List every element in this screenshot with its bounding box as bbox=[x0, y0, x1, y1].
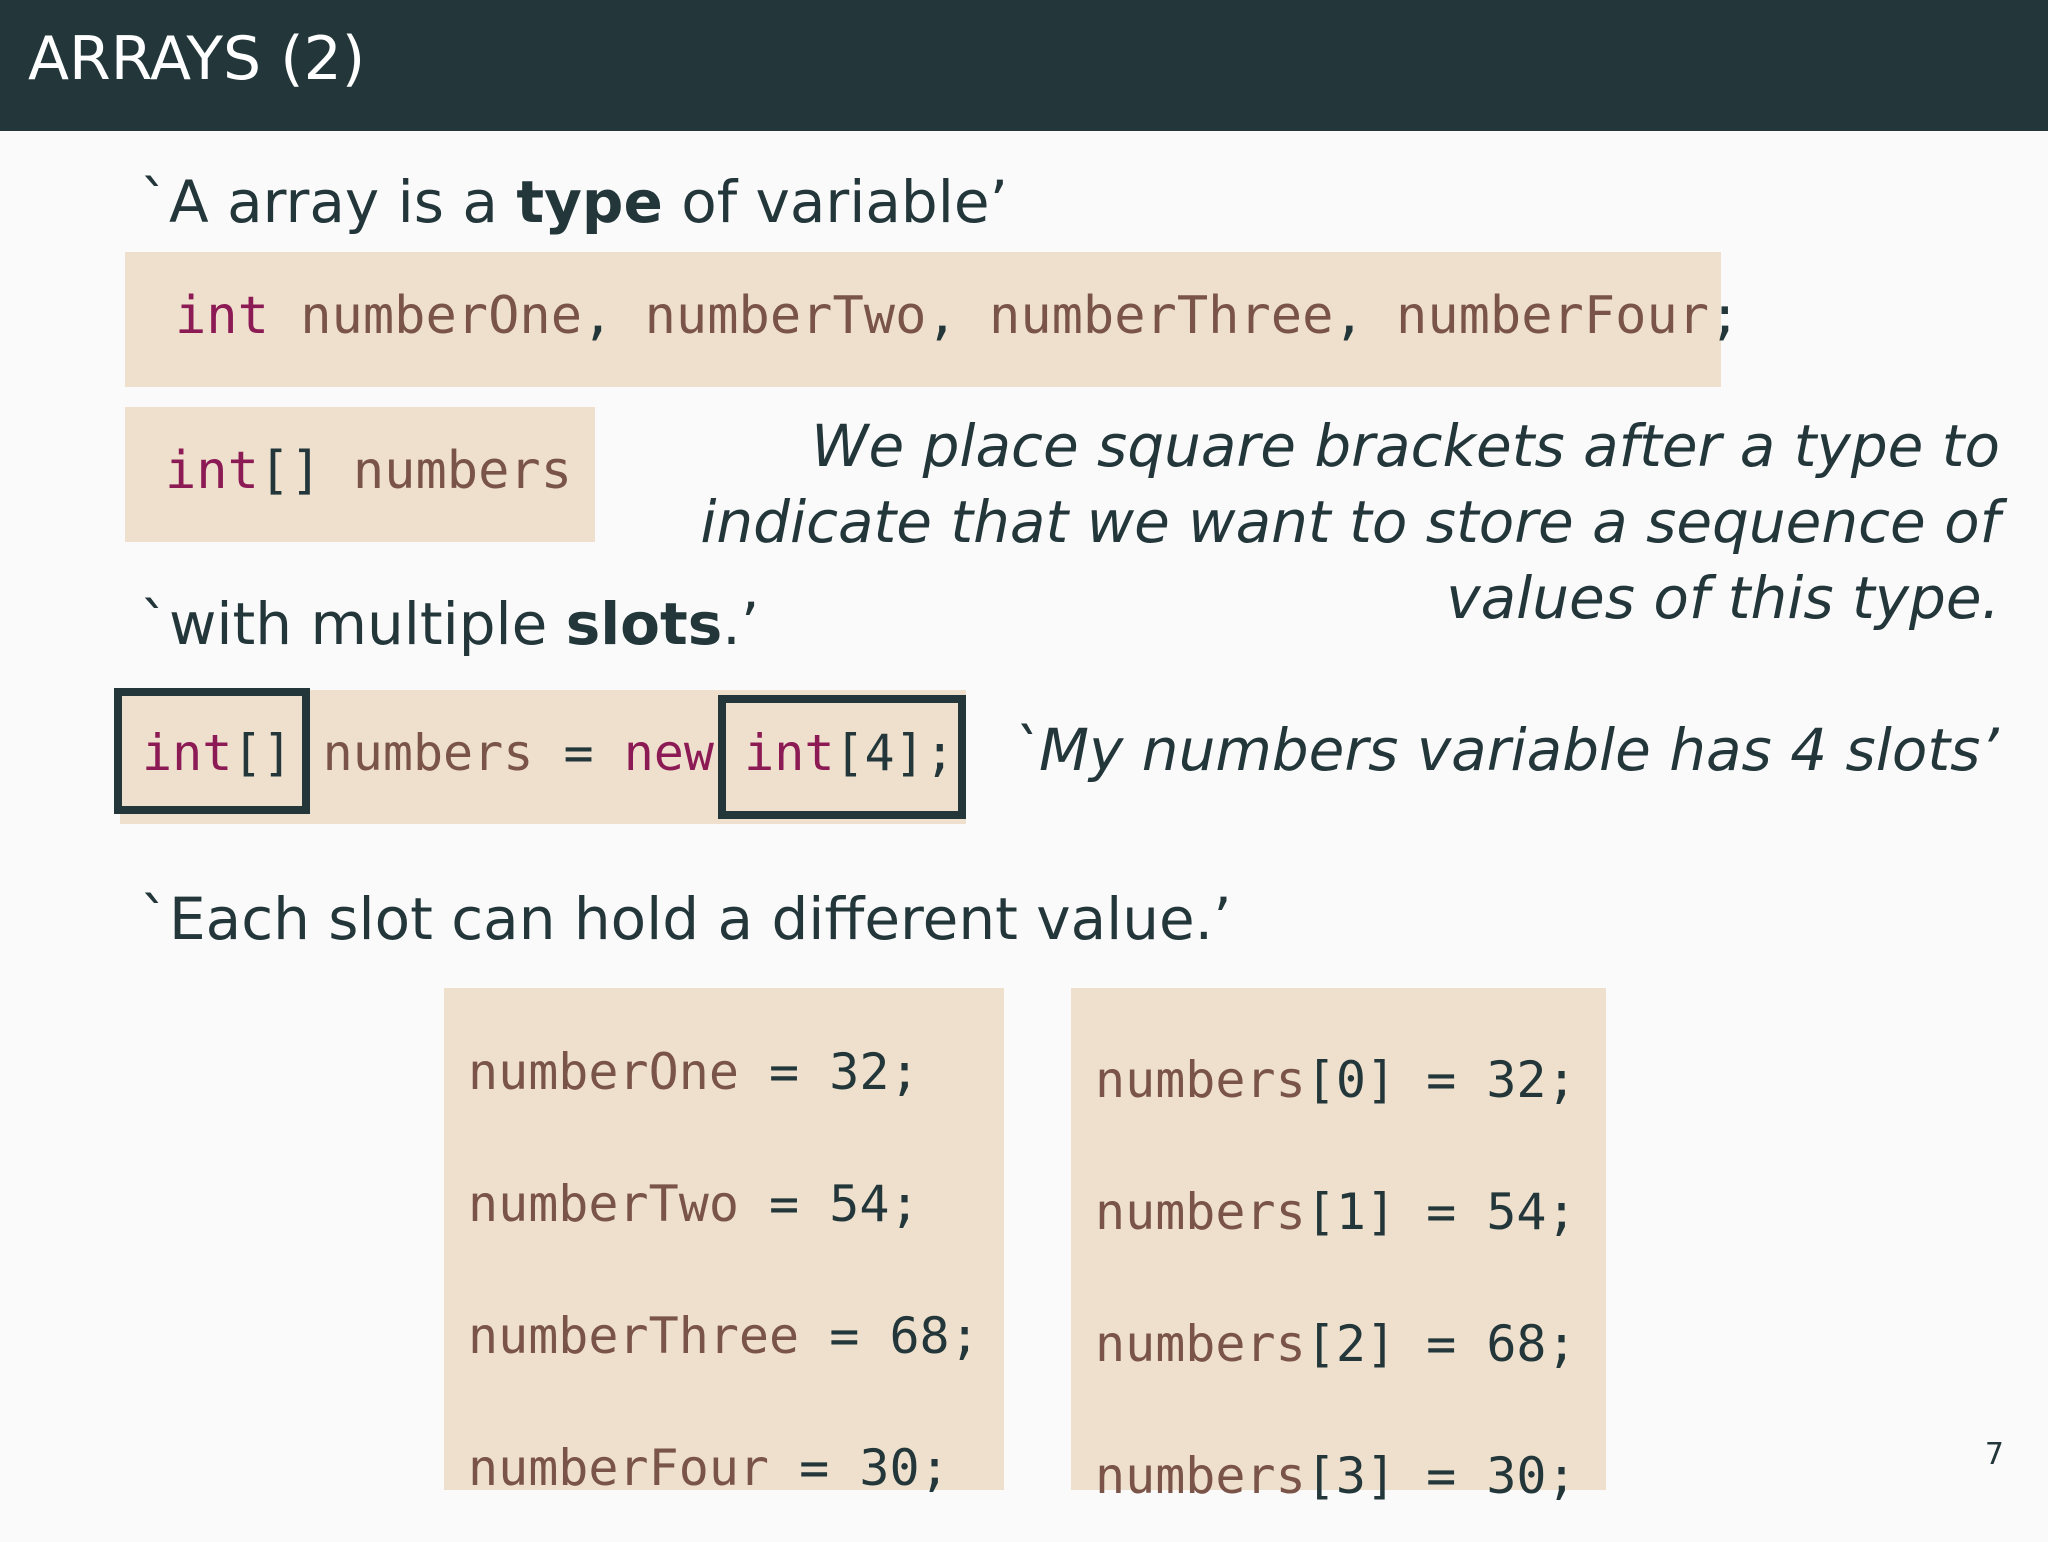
code-line: int numberOne, numberTwo, numberThree, n… bbox=[175, 286, 1740, 346]
code-lines: numbers[0] = 32; numbers[1] = 54; numbers[… bbox=[1095, 1014, 1577, 1542]
code-identifier: numberOne bbox=[468, 1043, 739, 1101]
code-identifier: numberThree bbox=[989, 286, 1334, 346]
code-identifier: numbers bbox=[1095, 1051, 1306, 1109]
code-identifier: numberFour bbox=[1396, 286, 1710, 346]
quote-text: .’ bbox=[722, 590, 760, 658]
code-line: numbers[0] = 32; bbox=[1095, 1014, 1577, 1146]
code-line: numberThree = 68; bbox=[468, 1270, 980, 1402]
quote-text: `with multiple bbox=[140, 590, 566, 658]
title-bar: ARRAYS (2) bbox=[0, 0, 2048, 131]
code-assignment: = 68; bbox=[799, 1307, 980, 1365]
code-identifier: numberTwo bbox=[468, 1175, 739, 1233]
code-operator: = bbox=[563, 724, 594, 782]
code-block-array-assignments: numbers[0] = 32; numbers[1] = 54; numbers[… bbox=[1071, 988, 1606, 1505]
note-four-slots: `My numbers variable has 4 slots’ bbox=[1010, 716, 1999, 784]
slide-title: ARRAYS (2) bbox=[28, 24, 366, 94]
code-identifier: numbers bbox=[322, 724, 534, 782]
code-keyword: new bbox=[623, 724, 714, 782]
code-assignment: [1] = 54; bbox=[1305, 1183, 1577, 1241]
code-punct: , bbox=[926, 286, 958, 346]
code-brackets: [] bbox=[258, 441, 322, 501]
code-assignment: [0] = 32; bbox=[1305, 1051, 1577, 1109]
code-block-array-type: int[] numbers bbox=[125, 407, 595, 542]
highlight-box-type bbox=[114, 688, 310, 814]
note-square-brackets: We place square brackets after a type to… bbox=[660, 408, 2000, 636]
page-number: 7 bbox=[1984, 1437, 2004, 1472]
code-identifier: numbers bbox=[1095, 1315, 1306, 1373]
quote-text: of variable’ bbox=[662, 168, 1008, 236]
code-keyword: int bbox=[175, 286, 269, 346]
code-line: numberOne = 32; bbox=[468, 1006, 980, 1138]
code-punct: , bbox=[582, 286, 614, 346]
code-assignment: = 30; bbox=[769, 1439, 950, 1497]
code-line: numbers[2] = 68; bbox=[1095, 1278, 1577, 1410]
code-punct: , bbox=[1333, 286, 1365, 346]
code-block-individual-assignments: numberOne = 32; numberTwo = 54; numberThre… bbox=[444, 988, 1004, 1497]
code-lines: numberOne = 32; numberTwo = 54; numberThre… bbox=[468, 1006, 980, 1534]
quote-text: `A array is a bbox=[140, 168, 517, 236]
code-line: numbers[3] = 30; bbox=[1095, 1410, 1577, 1542]
code-identifier: numbers bbox=[1095, 1447, 1306, 1505]
note-line: values of this type. bbox=[1446, 564, 2000, 632]
code-assignment: [2] = 68; bbox=[1305, 1315, 1577, 1373]
note-line: We place square brackets after a type to bbox=[811, 412, 2000, 480]
highlight-box-size bbox=[718, 695, 966, 819]
code-assignment: [3] = 30; bbox=[1305, 1447, 1577, 1505]
code-identifier: numbers bbox=[352, 441, 573, 501]
code-line: numbers[1] = 54; bbox=[1095, 1146, 1577, 1278]
quote-each-slot: `Each slot can hold a different value.’ bbox=[140, 885, 1232, 953]
note-line: indicate that we want to store a sequenc… bbox=[700, 488, 2000, 556]
code-line: numberFour = 30; bbox=[468, 1402, 980, 1534]
code-assignment: = 54; bbox=[738, 1175, 920, 1233]
code-keyword: int bbox=[165, 441, 259, 501]
code-identifier: numberFour bbox=[468, 1439, 770, 1497]
code-line: numberTwo = 54; bbox=[468, 1138, 980, 1270]
code-assignment: = 32; bbox=[738, 1043, 920, 1101]
quote-type-of-variable: `A array is a type of variable’ bbox=[140, 168, 1008, 236]
quote-bold: type bbox=[516, 168, 663, 236]
code-punct: ; bbox=[1709, 286, 1741, 346]
quote-bold: slots bbox=[565, 590, 723, 658]
code-identifier: numbers bbox=[1095, 1183, 1306, 1241]
code-identifier: numberOne bbox=[300, 286, 582, 346]
code-identifier: numberThree bbox=[468, 1307, 800, 1365]
code-identifier: numberTwo bbox=[644, 286, 927, 346]
code-block-variables: int numberOne, numberTwo, numberThree, n… bbox=[125, 252, 1740, 387]
code-line: int[] numbers bbox=[165, 441, 572, 501]
quote-multiple-slots: `with multiple slots.’ bbox=[140, 590, 759, 658]
